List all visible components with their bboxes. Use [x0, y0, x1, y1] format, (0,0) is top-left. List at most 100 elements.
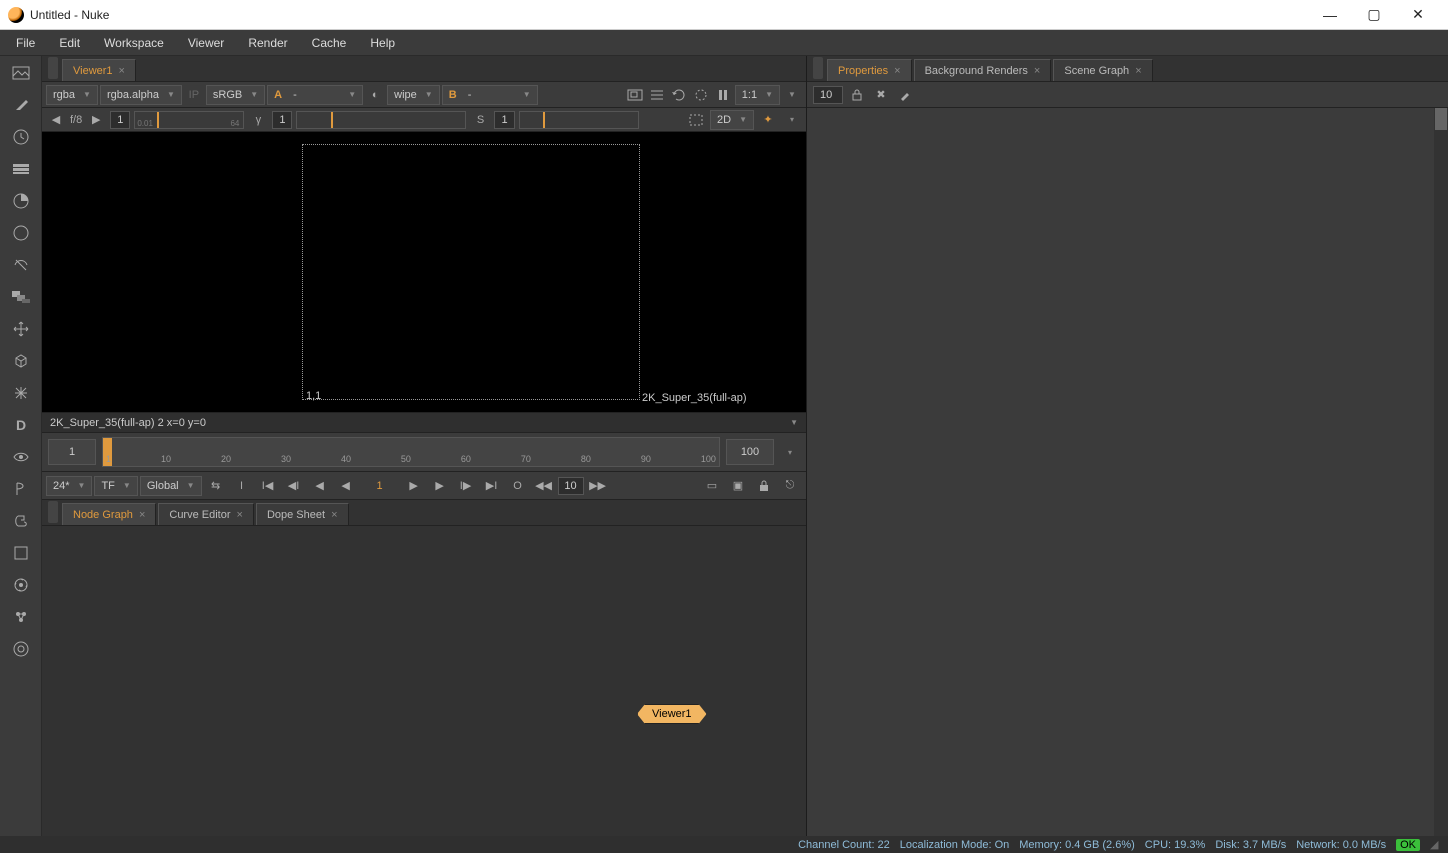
gain-slider[interactable]: 0.0164 [134, 111, 244, 129]
lock-panel-icon[interactable] [847, 85, 867, 105]
first-frame-button[interactable]: I◀ [256, 475, 280, 497]
channels-dropdown[interactable]: rgba▼ [46, 85, 98, 105]
menu-file[interactable]: File [6, 32, 45, 54]
tool-all-plugins-icon[interactable] [10, 638, 32, 660]
tab-dopesheet[interactable]: Dope Sheet× [256, 503, 349, 525]
lock-icon[interactable] [752, 475, 776, 497]
status-menu-icon[interactable]: ▼ [790, 418, 798, 427]
menu-viewer[interactable]: Viewer [178, 32, 234, 54]
tab-scenegraph[interactable]: Scene Graph× [1053, 59, 1152, 81]
sync-icon[interactable]: ⇆ [204, 475, 228, 497]
play-forward-button[interactable]: ▶ [402, 475, 426, 497]
clear-panels-icon[interactable]: ✖ [871, 85, 891, 105]
pause-render-icon[interactable] [691, 85, 711, 105]
current-frame-field[interactable]: 1 [360, 480, 400, 492]
menu-help[interactable]: Help [360, 32, 405, 54]
tool-image-icon[interactable] [10, 62, 32, 84]
viewer-mode-dropdown[interactable]: 2D▼ [710, 110, 754, 130]
maximize-button[interactable]: ▢ [1352, 1, 1396, 29]
tool-toolsets-icon[interactable] [10, 510, 32, 532]
tool-merge-icon[interactable] [10, 286, 32, 308]
scroll-thumb[interactable] [1435, 108, 1447, 130]
skip-count-field[interactable]: 10 [558, 477, 584, 495]
tool-filter-icon[interactable] [10, 222, 32, 244]
node-viewer1[interactable]: Viewer1 [637, 704, 707, 724]
viewer-settings-icon[interactable]: ▼ [782, 85, 802, 105]
viewer-expand-icon[interactable]: ▾ [782, 110, 802, 130]
bbox-icon[interactable] [686, 110, 706, 130]
viewer-magnify-icon[interactable]: ✦ [758, 110, 778, 130]
tool-3d-icon[interactable] [10, 350, 32, 372]
tab-viewer1[interactable]: Viewer1 × [62, 59, 136, 81]
timeline-out-field[interactable]: 100 [726, 439, 774, 465]
b-input-dropdown[interactable]: B -▼ [442, 85, 538, 105]
timeline-ruler[interactable]: 1102030405060708090100 [102, 437, 720, 467]
fstop-prev-icon[interactable]: ◀ [46, 110, 66, 130]
refresh-icon[interactable] [669, 85, 689, 105]
edit-panel-icon[interactable] [895, 85, 915, 105]
tool-views-icon[interactable] [10, 446, 32, 468]
ip-toggle[interactable]: IP [184, 85, 204, 105]
last-frame-button[interactable]: ▶I [480, 475, 504, 497]
menu-render[interactable]: Render [238, 32, 297, 54]
close-tab-icon[interactable]: × [139, 509, 145, 521]
close-tab-icon[interactable]: × [1034, 65, 1040, 77]
viewer-canvas[interactable]: 1,1 2K_Super_35(full-ap) [42, 132, 806, 412]
menu-edit[interactable]: Edit [49, 32, 90, 54]
tool-furnace-icon[interactable] [10, 574, 32, 596]
timeline-expand-icon[interactable]: ▾ [780, 442, 800, 462]
alpha-dropdown[interactable]: rgba.alpha▼ [100, 85, 182, 105]
timeline-in-field[interactable]: 1 [48, 439, 96, 465]
next-key-button[interactable]: I▶ [454, 475, 478, 497]
zoom-dropdown[interactable]: 1:1▼ [735, 85, 780, 105]
tool-keyer-icon[interactable] [10, 254, 32, 276]
prev-key-button[interactable]: ◀I [282, 475, 306, 497]
tool-transform-icon[interactable] [10, 318, 32, 340]
close-tab-icon[interactable]: × [331, 509, 337, 521]
tool-channel-icon[interactable] [10, 158, 32, 180]
tool-other-icon[interactable] [10, 542, 32, 564]
tab-nodegraph[interactable]: Node Graph× [62, 503, 156, 525]
gamma-s-field[interactable]: 1 [494, 111, 514, 129]
gamma-slider[interactable] [296, 111, 466, 129]
tool-draw-icon[interactable] [10, 94, 32, 116]
fstop-next-icon[interactable]: ▶ [86, 110, 106, 130]
close-tab-icon[interactable]: × [1135, 65, 1141, 77]
menu-workspace[interactable]: Workspace [94, 32, 174, 54]
playhead[interactable] [103, 438, 112, 467]
tf-dropdown[interactable]: TF▼ [94, 476, 137, 496]
tab-curveeditor[interactable]: Curve Editor× [158, 503, 254, 525]
close-tab-icon[interactable]: × [894, 65, 900, 77]
menu-cache[interactable]: Cache [302, 32, 357, 54]
tool-metadata-icon[interactable] [10, 478, 32, 500]
tool-community-icon[interactable] [10, 606, 32, 628]
gamma-s-slider[interactable] [519, 111, 639, 129]
set-out-button[interactable]: O [506, 475, 530, 497]
capture-icon[interactable]: ▣ [726, 475, 750, 497]
roi-icon[interactable] [625, 85, 645, 105]
gamma-field[interactable]: 1 [272, 111, 292, 129]
gain-field[interactable]: 1 [110, 111, 130, 129]
wipe-dropdown[interactable]: wipe▼ [387, 85, 440, 105]
nodegraph-canvas[interactable]: Viewer1 [42, 526, 806, 836]
tool-particles-icon[interactable] [10, 382, 32, 404]
skip-fwd-button[interactable]: ▶▶ [586, 475, 610, 497]
properties-max-field[interactable]: 10 [813, 86, 843, 104]
tab-properties[interactable]: Properties× [827, 59, 912, 81]
flipbook-icon[interactable]: ▭ [700, 475, 724, 497]
step-forward-button[interactable]: ▶ [428, 475, 452, 497]
clip-warn-icon[interactable]: ◐ [365, 85, 385, 105]
skip-back-button[interactable]: ◀◀ [532, 475, 556, 497]
set-in-button[interactable]: I [230, 475, 254, 497]
close-button[interactable]: ✕ [1396, 1, 1440, 29]
tool-time-icon[interactable] [10, 126, 32, 148]
close-tab-icon[interactable]: × [237, 509, 243, 521]
a-input-dropdown[interactable]: A -▼ [267, 85, 363, 105]
dock-grip-icon[interactable] [48, 501, 58, 523]
lut-dropdown[interactable]: sRGB▼ [206, 85, 265, 105]
scrollbar[interactable] [1434, 108, 1448, 836]
dock-grip-icon[interactable] [48, 57, 58, 79]
pause-icon[interactable] [713, 85, 733, 105]
scope-dropdown[interactable]: Global▼ [140, 476, 202, 496]
minimize-button[interactable]: — [1308, 1, 1352, 29]
